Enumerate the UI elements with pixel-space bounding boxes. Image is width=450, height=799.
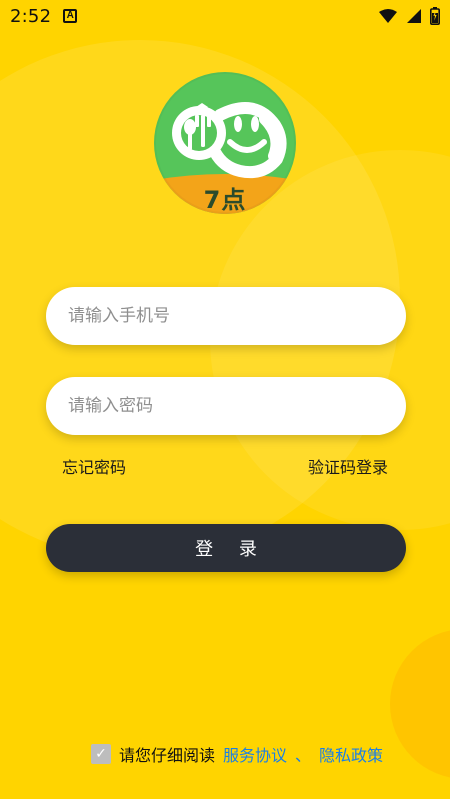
agreement-checkbox[interactable]: ✓ xyxy=(91,744,111,764)
signal-icon xyxy=(406,8,422,24)
wifi-icon xyxy=(378,8,398,24)
a-badge-icon: A xyxy=(63,9,78,23)
agreement-row: ✓ 请您仔细阅读 服务协议 、 隐私政策 xyxy=(91,742,383,766)
check-icon: ✓ xyxy=(95,746,107,762)
status-right xyxy=(378,7,440,25)
status-left: 2:52 A xyxy=(10,5,78,27)
phone-input-wrapper xyxy=(46,287,406,345)
status-time: 2:52 xyxy=(10,5,52,27)
forgot-password-link[interactable]: 忘记密码 xyxy=(62,454,126,478)
agreement-separator: 、 xyxy=(295,746,312,765)
login-screen: 2:52 A 7点 请输入手机号 忘记密码 验证码登录 登 录 ✓ 请您仔细阅读… xyxy=(0,0,450,799)
background-corner-blob xyxy=(390,629,450,779)
battery-icon xyxy=(430,7,440,25)
auth-links: 忘记密码 验证码登录 xyxy=(62,454,388,478)
password-input[interactable] xyxy=(66,395,386,417)
password-input-wrapper xyxy=(46,377,406,435)
agreement-prefix: 请您仔细阅读 xyxy=(119,746,216,765)
verification-login-link[interactable]: 验证码登录 xyxy=(308,454,388,478)
app-logo: 7点 xyxy=(154,72,296,214)
logo-label: 7点 xyxy=(203,186,247,214)
privacy-policy-link[interactable]: 隐私政策 xyxy=(319,742,383,766)
login-button[interactable]: 登 录 xyxy=(46,524,406,572)
phone-input[interactable] xyxy=(66,305,386,327)
status-bar: 2:52 A xyxy=(0,0,450,32)
service-agreement-link[interactable]: 服务协议 xyxy=(223,742,287,766)
